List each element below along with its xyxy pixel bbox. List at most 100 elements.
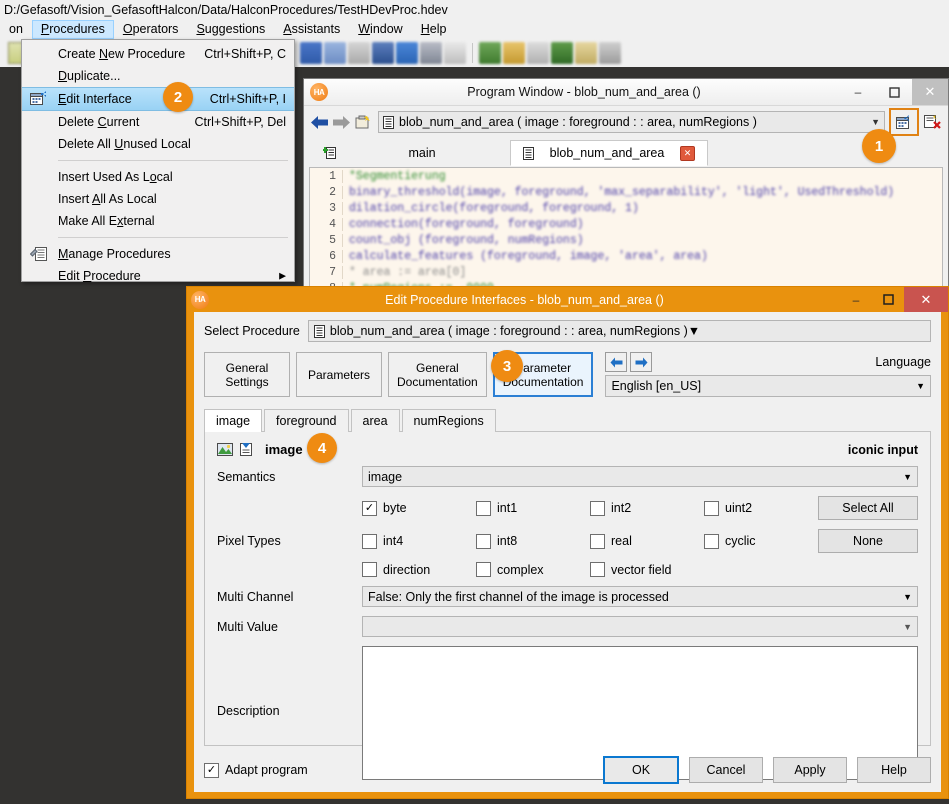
menu-item-help[interactable]: Help xyxy=(412,20,456,39)
pixel-type-real[interactable]: real xyxy=(590,533,704,549)
menu-delete-current[interactable]: Delete Current Ctrl+Shift+P, Del xyxy=(22,111,294,133)
checkbox-adapt-program[interactable]: ✓ xyxy=(204,762,219,778)
pixel-type-complex[interactable]: complex xyxy=(476,562,590,577)
pixel-type-int2-label: int2 xyxy=(611,501,632,515)
toolbar-icon-step-into[interactable] xyxy=(324,42,346,64)
menu-create-new-procedure[interactable]: Create New Procedure Ctrl+Shift+P, C xyxy=(22,43,294,65)
menu-item-suggestions[interactable]: Suggestions xyxy=(187,20,274,39)
pixel-type-vector-field[interactable]: vector field xyxy=(590,562,750,577)
select-procedure-value: blob_num_and_area ( image : foreground :… xyxy=(329,324,688,338)
parameter-name: image xyxy=(265,442,303,457)
checkbox-int1[interactable] xyxy=(476,500,491,516)
semantics-combo[interactable]: image ▼ xyxy=(362,466,918,487)
tab-general-settings[interactable]: General Settings xyxy=(204,352,290,397)
toolbar-icon-continue[interactable] xyxy=(396,42,418,64)
procedure-select-combo[interactable]: blob_num_and_area ( image : foreground :… xyxy=(378,111,885,133)
pixel-type-int8[interactable]: int8 xyxy=(476,533,590,549)
toolbar-icon-step-out[interactable] xyxy=(348,42,370,64)
edit-interface-toolbar-button[interactable] xyxy=(889,108,919,136)
toolbar-icon-step-over[interactable] xyxy=(300,42,322,64)
menu-item-assistants[interactable]: Assistants xyxy=(274,20,349,39)
param-tab-foreground[interactable]: foreground xyxy=(264,409,349,432)
checkbox-direction[interactable] xyxy=(362,562,377,577)
epi-dialog-title: Edit Procedure Interfaces - blob_num_and… xyxy=(385,292,664,307)
menu-item-window[interactable]: Window xyxy=(349,20,411,39)
menu-edit-procedure[interactable]: Edit Procedure ▶ xyxy=(22,265,294,287)
chevron-down-icon-multivalue[interactable]: ▼ xyxy=(903,622,912,632)
chevron-down-icon-selproc[interactable]: ▼ xyxy=(688,324,700,338)
menu-edit-interface[interactable]: Edit Interface Ctrl+Shift+P, I xyxy=(22,87,294,111)
menu-item-operators[interactable]: Operators xyxy=(114,20,188,39)
epi-minimize-button[interactable]: – xyxy=(840,287,872,312)
menu-duplicate[interactable]: Duplicate... xyxy=(22,65,294,87)
multi-value-combo[interactable]: ▼ xyxy=(362,616,918,637)
toolbar-icon-open-image[interactable] xyxy=(479,42,501,64)
toolbar-icon-save[interactable] xyxy=(503,42,525,64)
language-combo[interactable]: English [en_US] ▼ xyxy=(605,375,931,397)
toolbar-icon-variables[interactable] xyxy=(527,42,549,64)
select-procedure-combo[interactable]: blob_num_and_area ( image : foreground :… xyxy=(307,320,931,342)
pixel-type-int1[interactable]: int1 xyxy=(476,500,590,516)
checkbox-uint2[interactable] xyxy=(704,500,719,516)
pixel-type-int4[interactable]: int4 xyxy=(362,533,476,549)
select-all-button[interactable]: Select All xyxy=(818,496,918,520)
tab-close-icon[interactable]: ✕ xyxy=(680,145,695,161)
toolbar-icon-reset[interactable] xyxy=(444,42,466,64)
chevron-down-icon-semantics[interactable]: ▼ xyxy=(903,472,912,482)
program-window-minimize-button[interactable]: – xyxy=(840,79,876,105)
step-badge-1: 1 xyxy=(862,129,896,163)
chevron-down-icon[interactable]: ▼ xyxy=(871,117,880,127)
program-window-maximize-button[interactable] xyxy=(876,79,912,105)
help-button[interactable]: Help xyxy=(857,757,931,783)
program-window-close-button[interactable]: ✕ xyxy=(912,79,948,105)
new-procedure-icon[interactable] xyxy=(352,111,374,133)
pixel-type-direction[interactable]: direction xyxy=(362,562,476,577)
adapt-program-checkbox-row[interactable]: ✓ Adapt program xyxy=(204,762,308,778)
checkbox-vector-field[interactable] xyxy=(590,562,605,577)
checkbox-cyclic[interactable] xyxy=(704,533,719,549)
arrow-right-icon[interactable] xyxy=(630,352,653,372)
pixel-type-int2[interactable]: int2 xyxy=(590,500,704,516)
epi-close-button[interactable]: ✕ xyxy=(904,287,948,312)
cancel-button[interactable]: Cancel xyxy=(689,757,763,783)
chevron-down-icon-language[interactable]: ▼ xyxy=(916,381,925,391)
param-tab-numregions[interactable]: numRegions xyxy=(401,409,496,432)
back-arrow-icon[interactable] xyxy=(308,111,330,133)
checkbox-int2[interactable] xyxy=(590,500,605,516)
chevron-down-icon-multichannel[interactable]: ▼ xyxy=(903,592,912,602)
menu-item-on[interactable]: on xyxy=(0,20,32,39)
arrow-left-icon[interactable] xyxy=(605,352,628,372)
toolbar-icon-arrange[interactable] xyxy=(599,42,621,64)
param-tab-area[interactable]: area xyxy=(350,409,400,432)
multi-channel-combo[interactable]: False: Only the first channel of the ima… xyxy=(362,586,918,607)
ok-button[interactable]: OK xyxy=(603,756,679,784)
checkbox-complex[interactable] xyxy=(476,562,491,577)
forward-arrow-icon[interactable] xyxy=(330,111,352,133)
epi-maximize-button[interactable] xyxy=(872,287,904,312)
delete-procedure-icon[interactable] xyxy=(922,111,944,133)
checkbox-int4[interactable] xyxy=(362,533,377,549)
checkbox-real[interactable] xyxy=(590,533,605,549)
menu-item-procedures[interactable]: Procedures xyxy=(31,20,114,39)
menu-manage-procedures[interactable]: Manage Procedures xyxy=(22,243,294,265)
checkbox-int8[interactable] xyxy=(476,533,491,549)
pixel-type-uint2[interactable]: uint2 xyxy=(704,500,818,516)
tab-blob-num-and-area[interactable]: blob_num_and_area ✕ xyxy=(510,140,708,166)
tab-parameters[interactable]: Parameters xyxy=(296,352,382,397)
toolbar-icon-operator-window[interactable] xyxy=(575,42,597,64)
pixel-type-cyclic[interactable]: cyclic xyxy=(704,533,818,549)
apply-button[interactable]: Apply xyxy=(773,757,847,783)
menu-insert-all-as-local[interactable]: Insert All As Local xyxy=(22,188,294,210)
param-tab-image[interactable]: image xyxy=(204,409,263,432)
checkbox-byte[interactable]: ✓ xyxy=(362,500,377,516)
tab-general-documentation[interactable]: General Documentation xyxy=(388,352,487,397)
pixel-type-byte[interactable]: ✓ byte xyxy=(362,500,476,516)
tab-main[interactable]: main xyxy=(310,140,510,166)
toolbar-icon-run[interactable] xyxy=(372,42,394,64)
none-button[interactable]: None xyxy=(818,529,918,553)
menu-make-all-external[interactable]: Make All External xyxy=(22,210,294,232)
toolbar-icon-stop[interactable] xyxy=(420,42,442,64)
menu-insert-used-as-local[interactable]: Insert Used As Local xyxy=(22,166,294,188)
toolbar-icon-graphics[interactable] xyxy=(551,42,573,64)
menu-delete-all-unused-local[interactable]: Delete All Unused Local xyxy=(22,133,294,155)
